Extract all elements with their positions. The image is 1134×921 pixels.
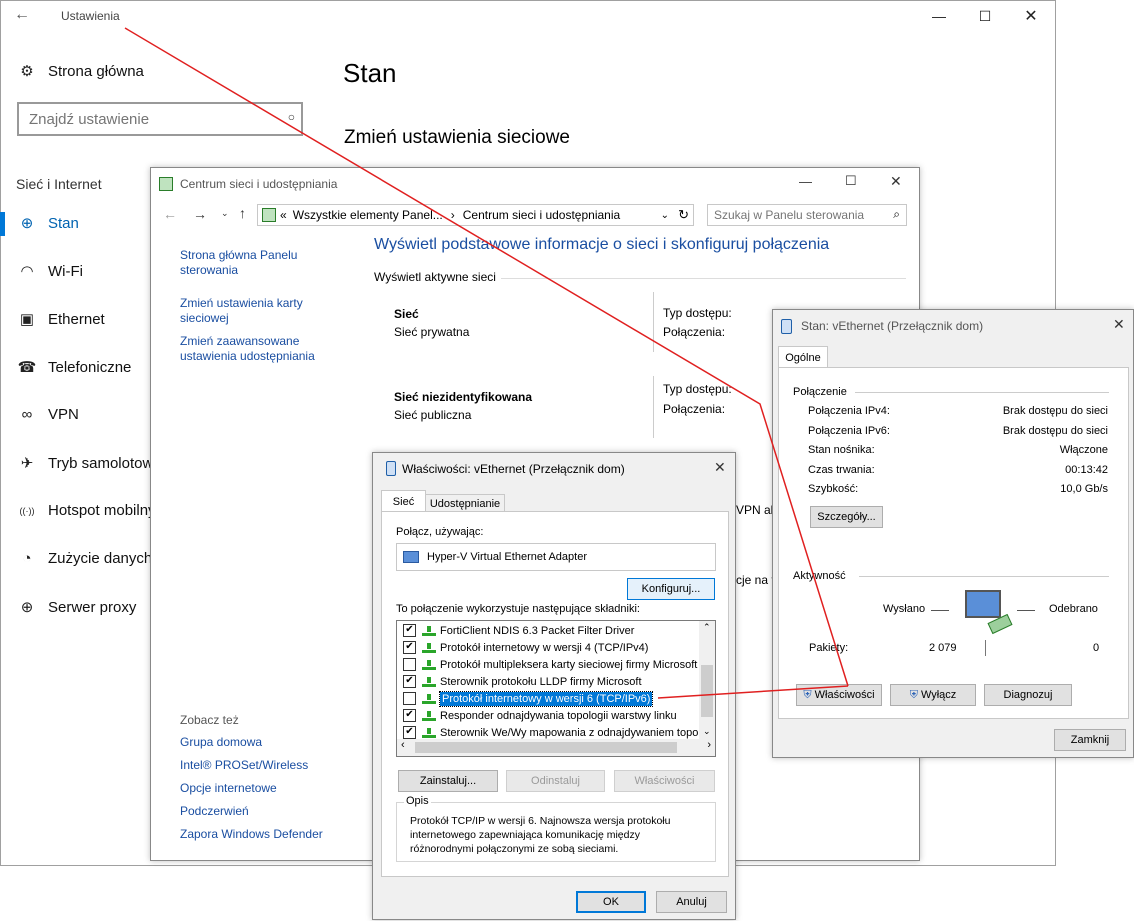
- annotation-line: [124, 27, 849, 687]
- annotation-overlay: [124, 27, 849, 699]
- annotation-line: [657, 685, 849, 699]
